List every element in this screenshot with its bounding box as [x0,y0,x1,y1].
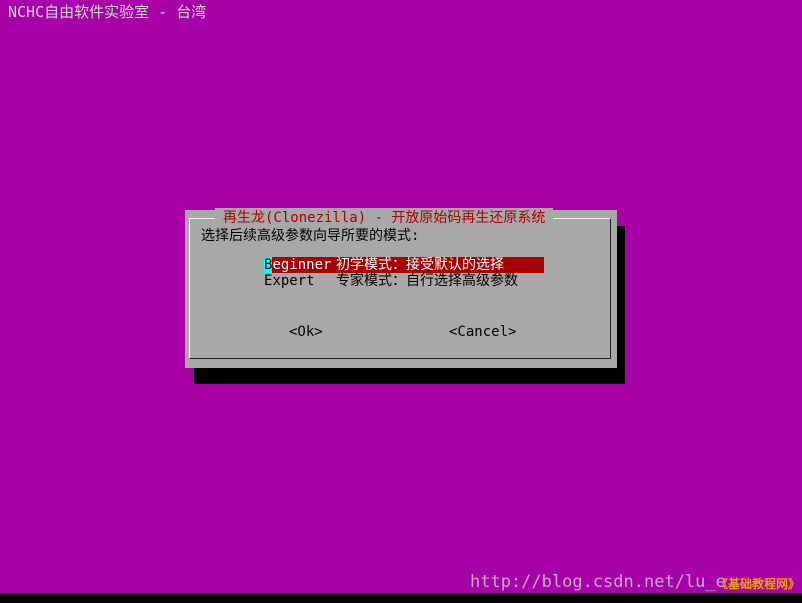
mode-menu: Beginner 初学模式：接受默认的选择 Expert 专家模式：自行选择高级… [264,257,546,289]
terminal-screen: NCHC自由软件实验室 - 台湾 再生龙(Clonezilla) - 开放原始码… [0,0,802,603]
bottom-bar [0,593,802,603]
menu-item-expert[interactable]: Expert 专家模式：自行选择高级参数 [264,273,546,289]
dialog-prompt: 选择后续高级参数向导所要的模式: [201,228,420,244]
menu-item-beginner[interactable]: Beginner 初学模式：接受默认的选择 [264,257,544,273]
ok-button[interactable]: <Ok> [289,322,323,342]
watermark-url: http://blog.csdn.net/lu_e [470,572,726,592]
menu-tag-beginner: Beginner [264,257,336,273]
menu-tag-expert-rest: xpert [272,273,315,289]
menu-tag-beginner-rest: eginner [272,257,332,273]
menu-desc-beginner: 初学模式：接受默认的选择 [336,257,504,273]
menu-tag-expert: Expert [264,273,336,289]
mode-selection-dialog: 再生龙(Clonezilla) - 开放原始码再生还原系统 选择后续高级参数向导… [185,208,617,368]
dialog-title: 再生龙(Clonezilla) - 开放原始码再生还原系统 [215,208,554,228]
cancel-button[interactable]: <Cancel> [449,322,516,342]
dialog-buttons: <Ok> <Cancel> [185,322,617,342]
menu-desc-expert: 专家模式：自行选择高级参数 [336,273,518,289]
watermark-logo: 《基础教程网》 [716,577,801,591]
back-title: NCHC自由软件实验室 - 台湾 [8,3,207,21]
